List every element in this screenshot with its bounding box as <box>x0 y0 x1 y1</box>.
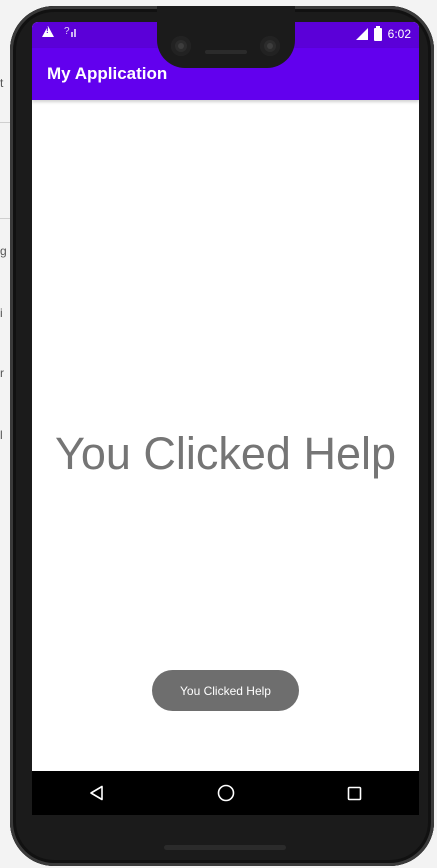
battery-icon <box>373 25 382 41</box>
status-left-group: ? <box>42 26 79 37</box>
status-right-group: 6:02 <box>355 25 411 41</box>
signal-label: ? <box>64 26 70 37</box>
alert-icon <box>42 26 54 37</box>
phone-chin-speaker <box>164 845 286 850</box>
toast-message: You Clicked Help <box>152 670 299 711</box>
device-screen: ? 6:02 My Application You Clicked Help Y… <box>32 22 419 815</box>
recents-button[interactable] <box>335 773 375 813</box>
status-time: 6:02 <box>387 27 411 41</box>
signal-bars-icon <box>70 29 76 37</box>
home-icon <box>217 784 234 802</box>
front-camera-icon <box>171 36 191 56</box>
back-button[interactable] <box>77 773 117 813</box>
recents-icon <box>347 786 362 800</box>
navigation-bar <box>32 771 419 815</box>
camera-notch <box>157 6 295 68</box>
back-icon <box>89 785 103 801</box>
cell-signal-icon <box>355 28 368 40</box>
front-sensor-icon <box>260 36 280 56</box>
home-button[interactable] <box>206 773 246 813</box>
earpiece-speaker <box>205 50 247 54</box>
help-message: You Clicked Help <box>54 428 397 479</box>
app-title: My Application <box>47 64 168 83</box>
signal-icon: ? <box>64 26 79 37</box>
